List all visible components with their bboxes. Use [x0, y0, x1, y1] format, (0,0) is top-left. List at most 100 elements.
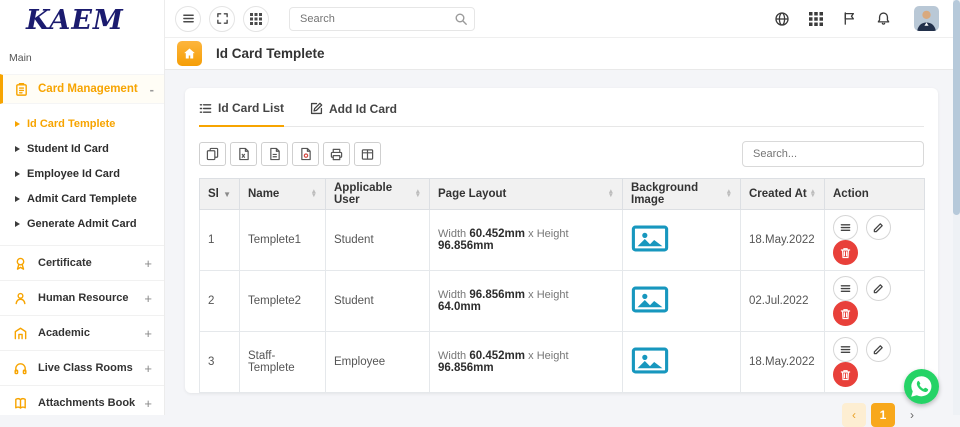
delete-button[interactable]: [833, 240, 858, 265]
pagination-next-button[interactable]: ›: [900, 403, 924, 427]
delete-button[interactable]: [833, 362, 858, 387]
home-icon: [183, 47, 196, 60]
quick-grid-button[interactable]: [243, 6, 269, 32]
sidebar-item-admit-card-templete[interactable]: Admit Card Templete: [0, 186, 164, 211]
sidebar-item-card-management[interactable]: Card Management -: [0, 74, 164, 104]
pagination-page-1[interactable]: 1: [871, 403, 895, 427]
expand-indicator: +: [144, 396, 152, 411]
header-sl[interactable]: Sl▼: [200, 179, 240, 210]
scrollbar-track: [953, 0, 960, 415]
copy-button[interactable]: [199, 142, 226, 166]
sidebar-item-label: Live Class Rooms: [38, 362, 133, 374]
header-action: Action: [825, 179, 925, 210]
arrow-icon: [15, 171, 20, 177]
image-icon: [631, 225, 669, 252]
row-menu-button[interactable]: [833, 276, 858, 301]
sidebar-item-human-resource[interactable]: Human Resource +: [0, 280, 164, 315]
pagination-prev-button[interactable]: ‹: [842, 403, 866, 427]
image-icon: [631, 347, 669, 374]
list-icon: [199, 102, 212, 115]
sidebar-item-generate-admit-card[interactable]: Generate Admit Card: [0, 211, 164, 236]
tab-add-id-card[interactable]: Add Id Card: [310, 101, 397, 126]
whatsapp-button[interactable]: [904, 369, 939, 404]
sidebar-item-id-card-templete[interactable]: Id Card Templete: [0, 111, 164, 136]
expand-indicator: +: [144, 291, 152, 306]
edit-button[interactable]: [866, 276, 891, 301]
table-row: 1 Templete1 Student Width 60.452mm x Hei…: [200, 210, 925, 271]
cell-sl: 2: [200, 271, 240, 332]
cell-action: [825, 271, 925, 332]
live-class-icon: [13, 361, 28, 376]
tab-id-card-list[interactable]: Id Card List: [199, 101, 284, 127]
arrow-icon: [15, 221, 20, 227]
sidebar-item-label: Certificate: [38, 257, 92, 269]
expand-indicator: +: [144, 326, 152, 341]
user-avatar[interactable]: [914, 6, 939, 31]
main-content: Id Card List Add Id Card: [165, 70, 953, 415]
globe-icon[interactable]: [774, 11, 790, 27]
cell-background-image: [623, 332, 741, 393]
sidebar-item-student-id-card[interactable]: Student Id Card: [0, 136, 164, 161]
column-visibility-button[interactable]: [354, 142, 381, 166]
csv-export-button[interactable]: [261, 142, 288, 166]
header-page-layout[interactable]: Page Layout▲▼: [430, 179, 623, 210]
printer-icon: [330, 148, 343, 161]
expand-indicator: +: [144, 361, 152, 376]
sidebar-item-live-class-rooms[interactable]: Live Class Rooms +: [0, 350, 164, 385]
apps-grid-icon[interactable]: [809, 12, 823, 26]
cell-sl: 3: [200, 332, 240, 393]
header-created-at[interactable]: Created At▲▼: [741, 179, 825, 210]
sidebar-item-certificate[interactable]: Certificate +: [0, 245, 164, 280]
row-menu-button[interactable]: [833, 215, 858, 240]
submenu-label: Generate Admit Card: [27, 218, 137, 230]
edit-button[interactable]: [866, 337, 891, 362]
table-search-input[interactable]: [742, 141, 924, 167]
card-management-submenu: Id Card Templete Student Id Card Employe…: [0, 104, 164, 245]
cell-name: Templete1: [240, 210, 326, 271]
cell-background-image: [623, 210, 741, 271]
cell-created: 18.May.2022: [741, 210, 825, 271]
excel-export-button[interactable]: [230, 142, 257, 166]
cell-created: 18.May.2022: [741, 332, 825, 393]
sidebar-item-employee-id-card[interactable]: Employee Id Card: [0, 161, 164, 186]
scrollbar-thumb[interactable]: [953, 0, 960, 215]
print-button[interactable]: [323, 142, 350, 166]
tabs: Id Card List Add Id Card: [199, 88, 924, 127]
brand-logo[interactable]: KAEM: [0, 0, 164, 40]
header-name[interactable]: Name▲▼: [240, 179, 326, 210]
attachments-book-icon: [13, 396, 28, 411]
flag-icon[interactable]: [842, 11, 857, 26]
page-title: Id Card Templete: [216, 46, 325, 61]
tab-label: Id Card List: [218, 101, 284, 115]
home-button[interactable]: [177, 41, 202, 66]
menu-toggle-button[interactable]: [175, 6, 201, 32]
cell-layout: Width 60.452mm x Height 96.856mm: [430, 332, 623, 393]
edit-button[interactable]: [866, 215, 891, 240]
sidebar: KAEM Main Card Management - Id Card Temp…: [0, 0, 165, 415]
sidebar-item-label: Academic: [38, 327, 90, 339]
pdf-export-button[interactable]: [292, 142, 319, 166]
header-background-image[interactable]: Background Image▲▼: [623, 179, 741, 210]
submenu-label: Student Id Card: [27, 143, 109, 155]
tab-label: Add Id Card: [329, 102, 397, 116]
sort-icon: ▲▼: [608, 190, 614, 198]
cell-user: Student: [326, 271, 430, 332]
image-icon: [631, 286, 669, 313]
row-menu-button[interactable]: [833, 337, 858, 362]
cell-background-image: [623, 271, 741, 332]
columns-icon: [361, 148, 374, 161]
id-card-table: Sl▼ Name▲▼ Applicable User▲▼ Page Layout…: [199, 178, 925, 393]
header-applicable-user[interactable]: Applicable User▲▼: [326, 179, 430, 210]
bell-icon[interactable]: [876, 11, 891, 26]
cell-action: [825, 210, 925, 271]
pagination: ‹ 1 ›: [199, 403, 924, 427]
sort-icon: ▲▼: [415, 190, 421, 198]
cell-sl: 1: [200, 210, 240, 271]
table-header-row: Sl▼ Name▲▼ Applicable User▲▼ Page Layout…: [200, 179, 925, 210]
sidebar-item-academic[interactable]: Academic +: [0, 315, 164, 350]
global-search-input[interactable]: [289, 7, 475, 31]
delete-button[interactable]: [833, 301, 858, 326]
table-search: [742, 141, 924, 167]
sidebar-item-label: Attachments Book: [38, 397, 135, 409]
fullscreen-button[interactable]: [209, 6, 235, 32]
